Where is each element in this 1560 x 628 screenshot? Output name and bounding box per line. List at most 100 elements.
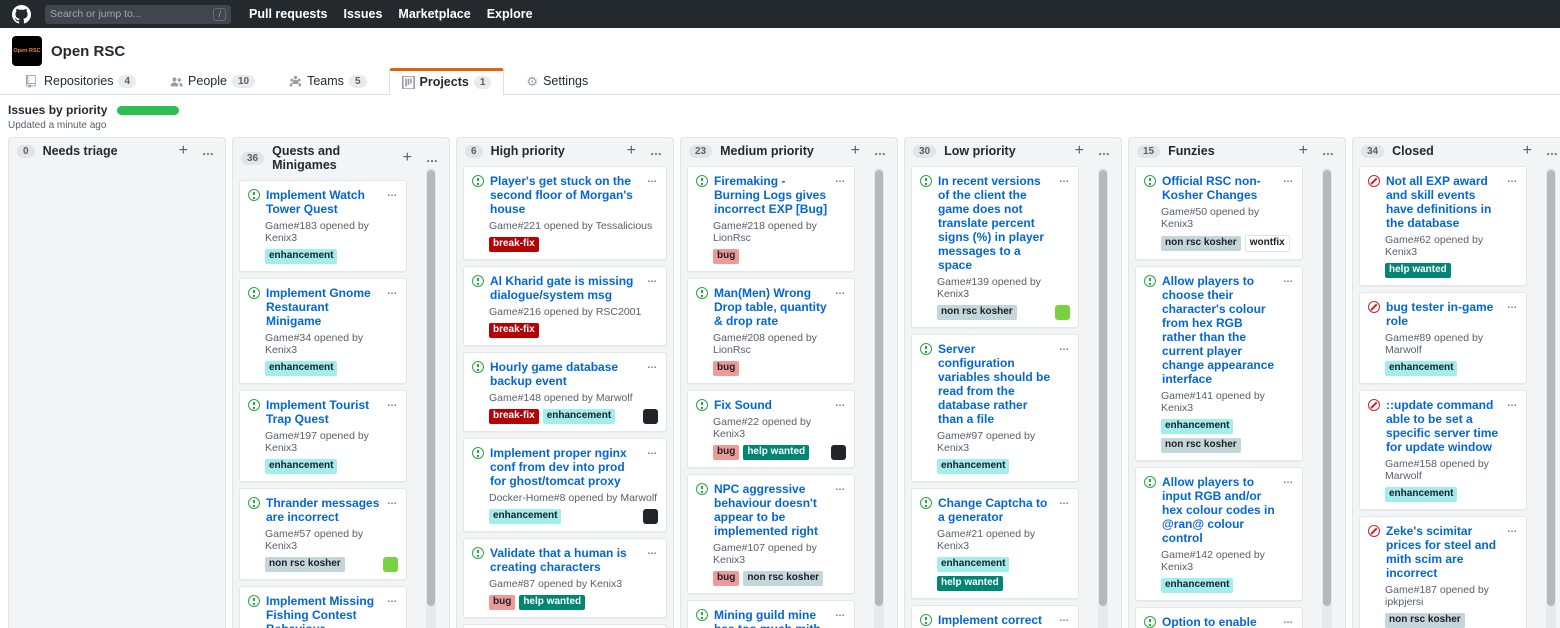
issue-title-link[interactable]: Al Kharid gate is missing dialogue/syste… — [490, 274, 643, 302]
issue-title-link[interactable]: Implement Tourist Trap Quest — [266, 398, 383, 426]
scrollbar-thumb[interactable] — [1099, 170, 1107, 606]
org-avatar[interactable]: Open RSC — [12, 36, 42, 66]
add-card-button[interactable]: + — [1299, 144, 1308, 158]
card-menu-button[interactable]: … — [1507, 300, 1518, 311]
card-menu-button[interactable]: … — [387, 398, 398, 409]
issue-title-link[interactable]: Implement Missing Fishing Contest Behavi… — [266, 594, 383, 628]
card-menu-button[interactable]: … — [647, 546, 658, 557]
issue-card[interactable]: Official RSC non-Kosher Changes…Game#50 … — [1135, 166, 1303, 260]
column-menu-button[interactable]: … — [874, 144, 887, 158]
card-menu-button[interactable]: … — [647, 360, 658, 371]
issue-card[interactable]: Man(Men) Wrong Drop table, quantity & dr… — [687, 278, 855, 384]
card-menu-button[interactable]: … — [1283, 174, 1294, 185]
issue-title-link[interactable]: bug tester in-game role — [1386, 300, 1503, 328]
nav-explore[interactable]: Explore — [487, 7, 533, 21]
add-card-button[interactable]: + — [851, 144, 860, 158]
issue-card[interactable]: Firemaking - Burning Logs gives incorrec… — [687, 166, 855, 272]
tab-settings[interactable]: ⚙Settings — [514, 69, 600, 94]
card-menu-button[interactable]: … — [647, 274, 658, 285]
issue-card[interactable]: bug tester in-game role…Game#89 opened b… — [1359, 292, 1527, 384]
card-menu-button[interactable]: … — [1283, 475, 1294, 486]
card-menu-button[interactable]: … — [835, 398, 846, 409]
card-menu-button[interactable]: … — [647, 174, 658, 185]
issue-card[interactable]: Player's get stuck on the second floor o… — [463, 166, 667, 260]
issue-title-link[interactable]: Implement proper nginx conf from dev int… — [490, 446, 643, 488]
scrollbar-thumb[interactable] — [875, 170, 883, 606]
issue-card[interactable]: Zeke's scimitar prices for steel and mit… — [1359, 516, 1527, 628]
card-menu-button[interactable]: … — [1507, 398, 1518, 409]
issue-title-link[interactable]: Implement Gnome Restaurant Minigame — [266, 286, 383, 328]
tab-teams[interactable]: Teams5 — [277, 69, 378, 94]
tab-repositories[interactable]: Repositories4 — [14, 69, 148, 94]
issue-title-link[interactable]: Implement correct adding/removing friend… — [938, 613, 1055, 628]
card-menu-button[interactable]: … — [835, 286, 846, 297]
avatar[interactable] — [383, 557, 398, 572]
avatar[interactable] — [643, 509, 658, 524]
scrollbar-thumb[interactable] — [427, 170, 435, 606]
tab-people[interactable]: People10 — [158, 69, 267, 94]
issue-card[interactable]: Server configuration variables should be… — [911, 334, 1079, 482]
nav-issues[interactable]: Issues — [344, 7, 383, 21]
issue-card[interactable]: Implement Gnome Restaurant Minigame…Game… — [239, 278, 407, 384]
card-menu-button[interactable]: … — [647, 446, 658, 457]
issue-card[interactable]: Implement proper nginx conf from dev int… — [463, 438, 667, 532]
issue-title-link[interactable]: Thrander messages are incorrect — [266, 496, 383, 524]
card-menu-button[interactable]: … — [387, 496, 398, 507]
card-menu-button[interactable]: … — [1059, 174, 1070, 185]
card-menu-button[interactable]: … — [835, 482, 846, 493]
issue-card[interactable]: Implement Tourist Trap Quest…Game#197 op… — [239, 390, 407, 482]
card-menu-button[interactable]: … — [1507, 524, 1518, 535]
card-menu-button[interactable]: … — [1283, 274, 1294, 285]
card-menu-button[interactable]: … — [1283, 615, 1294, 626]
issue-title-link[interactable]: Allow players to choose their character'… — [1162, 274, 1279, 386]
issue-card[interactable]: Thrander messages are incorrect…Game#57 … — [239, 488, 407, 580]
issue-card[interactable]: Not all EXP award and skill events have … — [1359, 166, 1527, 286]
column-menu-button[interactable]: … — [1546, 144, 1559, 158]
issue-title-link[interactable]: NPC aggressive behaviour doesn't appear … — [714, 482, 831, 538]
card-menu-button[interactable]: … — [387, 594, 398, 605]
issue-title-link[interactable]: Firemaking - Burning Logs gives incorrec… — [714, 174, 831, 216]
issue-title-link[interactable]: Player's get stuck on the second floor o… — [490, 174, 643, 216]
issue-title-link[interactable]: Validate that a human is creating charac… — [490, 546, 643, 574]
issue-title-link[interactable]: Fix Sound — [714, 398, 831, 412]
issue-card[interactable]: Hourly game database backup event…Game#1… — [463, 352, 667, 432]
issue-card[interactable]: Implement Watch Tower Quest…Game#183 ope… — [239, 180, 407, 272]
project-name[interactable]: Issues by priority — [8, 103, 107, 117]
search-input[interactable] — [50, 8, 213, 20]
issue-card[interactable]: NPC aggressive behaviour doesn't appear … — [687, 474, 855, 594]
issue-card[interactable]: Change Captcha to a generator…Game#21 op… — [911, 488, 1079, 599]
issue-title-link[interactable]: Not all EXP award and skill events have … — [1386, 174, 1503, 230]
add-card-button[interactable]: + — [1075, 144, 1084, 158]
issue-title-link[interactable]: Implement Watch Tower Quest — [266, 188, 383, 216]
issue-title-link[interactable]: Server configuration variables should be… — [938, 342, 1055, 426]
card-menu-button[interactable]: … — [387, 188, 398, 199]
issue-card[interactable]: Implement correct adding/removing friend… — [911, 605, 1079, 628]
issue-title-link[interactable]: In recent versions of the client the gam… — [938, 174, 1055, 272]
card-menu-button[interactable]: … — [835, 174, 846, 185]
card-menu-button[interactable]: … — [1059, 496, 1070, 507]
add-card-button[interactable]: + — [627, 144, 636, 158]
issue-card[interactable]: Al Kharid gate is missing dialogue/syste… — [463, 266, 667, 346]
avatar[interactable] — [1055, 305, 1070, 320]
column-menu-button[interactable]: … — [650, 144, 663, 158]
issue-card[interactable]: Implement Missing Fishing Contest Behavi… — [239, 586, 407, 628]
issue-title-link[interactable]: Official RSC non-Kosher Changes — [1162, 174, 1279, 202]
card-menu-button[interactable]: … — [1059, 613, 1070, 624]
issue-title-link[interactable]: Change Captcha to a generator — [938, 496, 1055, 524]
issue-title-link[interactable]: Allow players to input RGB and/or hex co… — [1162, 475, 1279, 545]
tab-projects[interactable]: Projects1 — [389, 68, 505, 95]
nav-pull-requests[interactable]: Pull requests — [249, 7, 328, 21]
add-card-button[interactable]: + — [403, 151, 412, 165]
issue-card[interactable]: In recent versions of the client the gam… — [911, 166, 1079, 328]
issue-card[interactable]: Mining guild mine has too much mith and … — [687, 600, 855, 628]
issue-card[interactable]: Allow players to choose their character'… — [1135, 266, 1303, 461]
issue-title-link[interactable]: Hourly game database backup event — [490, 360, 643, 388]
column-menu-button[interactable]: … — [202, 144, 215, 158]
avatar[interactable] — [831, 445, 846, 460]
issue-card[interactable]: Implement correct item on death behaviou… — [463, 624, 667, 628]
avatar[interactable] — [643, 409, 658, 424]
add-card-button[interactable]: + — [179, 144, 188, 158]
issue-title-link[interactable]: Option to enable custom spells — [1162, 615, 1279, 628]
issue-title-link[interactable]: ::update command able to be set a specif… — [1386, 398, 1503, 454]
column-menu-button[interactable]: … — [1322, 144, 1335, 158]
